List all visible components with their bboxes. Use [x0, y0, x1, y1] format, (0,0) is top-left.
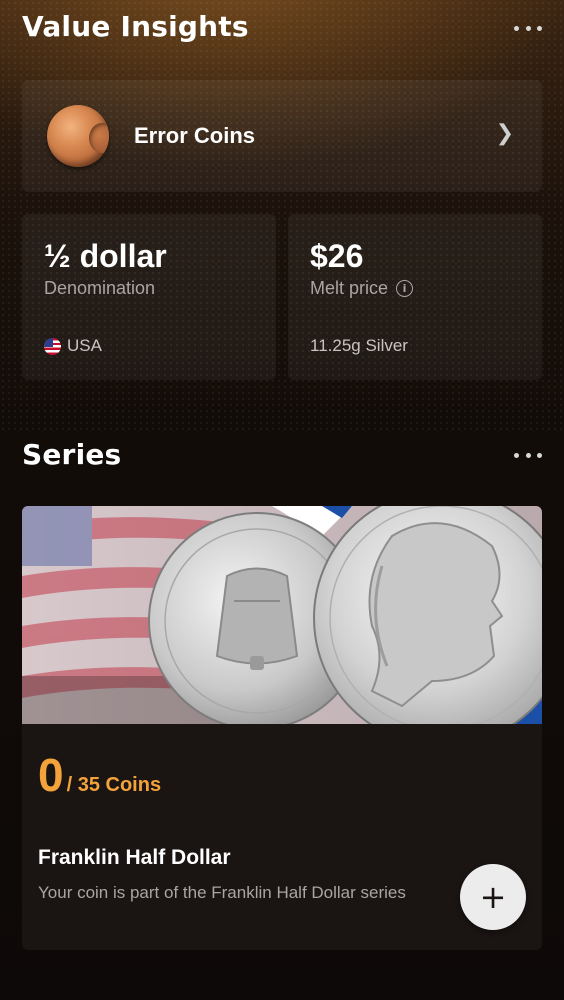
chevron-right-icon: ❯	[495, 121, 514, 146]
series-title: Series	[22, 438, 122, 471]
coin-thumbnail-icon	[47, 105, 109, 167]
country-label: USA	[67, 336, 102, 355]
series-name: Franklin Half Dollar	[38, 846, 231, 869]
country-row: USA	[44, 336, 102, 356]
melt-price-card: $26 Melt price i 11.25g Silver	[288, 214, 542, 380]
denomination-caption-text: Denomination	[44, 278, 156, 298]
us-flag-icon	[44, 337, 61, 355]
value-insights-title: Value Insights	[22, 10, 249, 43]
category-card-error-coins[interactable]: Error Coins ❯	[22, 80, 542, 192]
owned-count: 0	[38, 749, 64, 801]
info-icon[interactable]: i	[396, 280, 414, 297]
value-insights-more-icon[interactable]	[514, 18, 542, 38]
melt-price-value: $26	[310, 238, 364, 274]
category-label: Error Coins	[134, 123, 256, 148]
melt-price-caption-text: Melt price	[310, 278, 389, 298]
denomination-value: ½ dollar	[44, 238, 167, 274]
melt-price-caption: Melt price i	[310, 278, 414, 299]
series-banner-image	[22, 506, 542, 724]
series-more-icon[interactable]	[514, 445, 542, 465]
composition-row: 11.25g Silver	[310, 336, 408, 356]
plus-icon: +	[479, 878, 507, 916]
total-count: / 35 Coins	[66, 774, 162, 796]
composition-label: 11.25g Silver	[310, 336, 408, 355]
series-description: Your coin is part of the Franklin Half D…	[38, 883, 406, 902]
denomination-card: ½ dollar Denomination USA	[22, 214, 276, 380]
add-coin-button[interactable]: +	[460, 864, 526, 930]
coin-count: 0 / 35 Coins	[38, 752, 161, 798]
series-card-franklin-half-dollar[interactable]: 0 / 35 Coins Franklin Half Dollar Your c…	[22, 506, 542, 950]
denomination-caption: Denomination	[44, 278, 155, 299]
